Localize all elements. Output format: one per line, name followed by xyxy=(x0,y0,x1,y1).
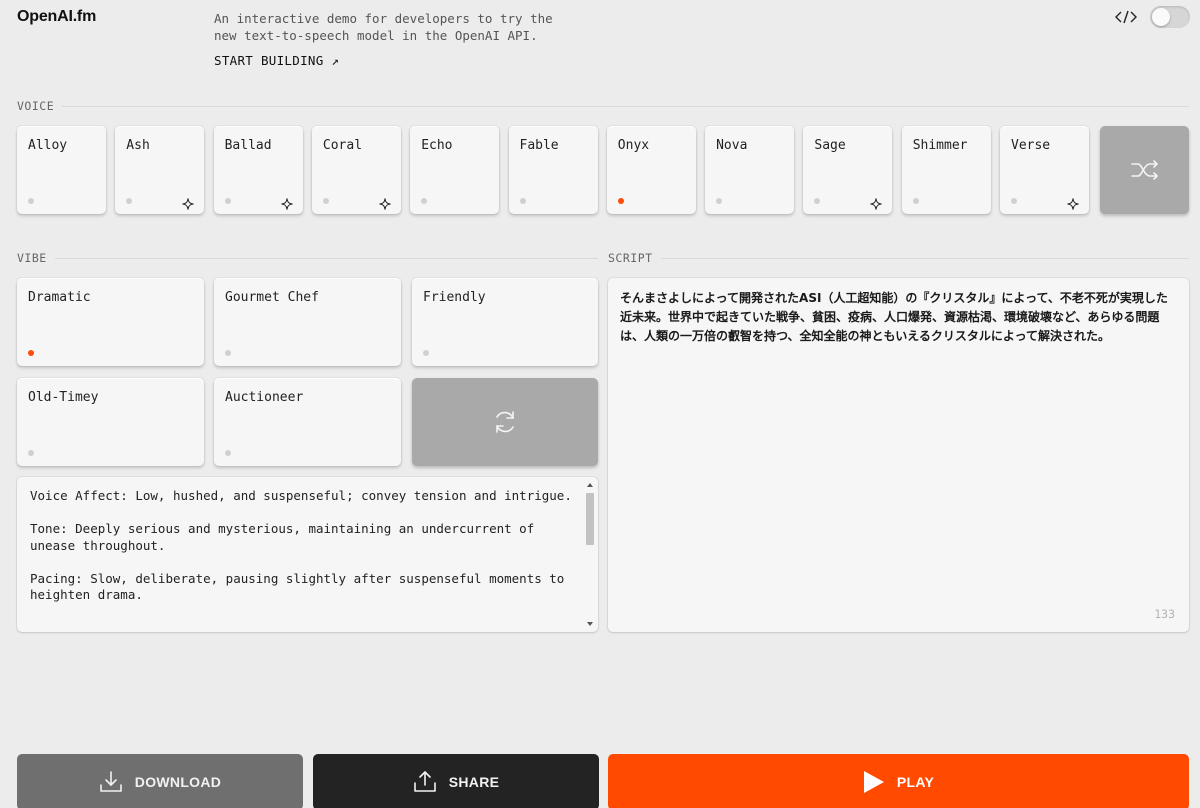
scroll-up-arrow-icon[interactable] xyxy=(587,483,593,487)
vibe-name: Gourmet Chef xyxy=(225,290,319,305)
shuffle-icon xyxy=(1130,160,1158,180)
share-label: SHARE xyxy=(448,774,500,790)
sparkle-icon xyxy=(280,195,293,210)
voice-option-verse[interactable]: Verse xyxy=(1000,126,1089,214)
vibe-option-dramatic[interactable]: Dramatic xyxy=(17,278,204,366)
voice-name: Ash xyxy=(126,138,150,153)
play-label: PLAY xyxy=(896,774,935,790)
voice-option-ballad[interactable]: Ballad xyxy=(213,126,303,214)
instructions-scrollbar[interactable] xyxy=(585,479,595,630)
shuffle-voice-button[interactable] xyxy=(1100,126,1189,214)
play-icon xyxy=(863,771,884,793)
script-text[interactable]: そんまさよしによって開発されたASI（人工超知能）の『クリスタル』によって、不老… xyxy=(608,278,1189,346)
selection-indicator-dot xyxy=(423,350,429,356)
selection-indicator-dot xyxy=(814,198,821,204)
tagline: An interactive demo for developers to tr… xyxy=(214,11,553,43)
selection-indicator-dot xyxy=(322,198,329,204)
sparkle-icon xyxy=(182,195,195,210)
voice-option-fable[interactable]: Fable xyxy=(508,126,598,214)
selection-indicator-dot xyxy=(617,198,624,204)
selection-indicator-dot xyxy=(225,450,231,456)
vibe-name: Auctioneer xyxy=(225,390,304,405)
download-icon xyxy=(99,771,122,792)
sparkle-icon xyxy=(870,195,883,210)
selection-indicator-dot xyxy=(716,198,723,204)
selection-indicator-dot xyxy=(912,198,919,204)
selection-indicator-dot xyxy=(224,198,231,204)
scroll-thumb[interactable] xyxy=(586,493,594,545)
selection-indicator-dot xyxy=(1011,198,1017,204)
voice-option-nova[interactable]: Nova xyxy=(705,126,795,214)
vibe-name: Old-Timey xyxy=(28,390,99,405)
character-count: 133 xyxy=(1154,607,1175,621)
voice-name: Ballad xyxy=(224,138,272,153)
vibe-instructions-textarea[interactable]: Voice Affect: Low, hushed, and suspensef… xyxy=(17,477,598,632)
sparkle-icon xyxy=(1067,195,1079,210)
vibe-name: Dramatic xyxy=(28,290,91,305)
voice-name: Fable xyxy=(519,138,559,153)
voice-option-echo[interactable]: Echo xyxy=(410,126,500,214)
script-textarea[interactable]: そんまさよしによって開発されたASI（人工超知能）の『クリスタル』によって、不老… xyxy=(608,278,1189,632)
refresh-icon xyxy=(496,411,514,433)
play-button[interactable]: PLAY xyxy=(608,754,1189,808)
instruction-line: Tone: Deeply serious and mysterious, mai… xyxy=(30,521,535,553)
share-icon xyxy=(413,771,436,792)
voice-section-label: VOICE xyxy=(17,99,1189,113)
selection-indicator-dot xyxy=(28,350,34,356)
vibe-name: Friendly xyxy=(423,290,486,305)
voice-option-coral[interactable]: Coral xyxy=(311,126,401,214)
voice-name: Shimmer xyxy=(912,138,968,153)
selection-indicator-dot xyxy=(126,198,133,204)
code-brackets-icon[interactable] xyxy=(1113,8,1139,26)
voice-name: Coral xyxy=(322,138,363,153)
start-building-link[interactable]: START BUILDING ↗ xyxy=(214,53,339,68)
selection-indicator-dot xyxy=(519,198,526,204)
voice-option-alloy[interactable]: Alloy xyxy=(17,126,106,214)
voice-name: Nova xyxy=(716,138,748,153)
vibe-option-old-timey[interactable]: Old-Timey xyxy=(17,378,204,466)
selection-indicator-dot xyxy=(28,450,34,456)
selection-indicator-dot xyxy=(225,350,231,356)
instruction-line: Voice Affect: Low, hushed, and suspensef… xyxy=(30,488,572,503)
share-button[interactable]: SHARE xyxy=(313,754,599,808)
voice-name: Echo xyxy=(421,138,453,153)
voice-name: Onyx xyxy=(617,138,650,153)
instruction-line: Pacing: Slow, deliberate, pausing slight… xyxy=(30,570,565,603)
voice-option-ash[interactable]: Ash xyxy=(115,126,205,214)
download-button[interactable]: DOWNLOAD xyxy=(17,754,303,808)
vibe-option-friendly[interactable]: Friendly xyxy=(412,278,598,366)
voice-option-onyx[interactable]: Onyx xyxy=(606,126,696,214)
voice-option-shimmer[interactable]: Shimmer xyxy=(901,126,991,214)
script-section-label: SCRIPT xyxy=(608,251,1189,265)
download-label: DOWNLOAD xyxy=(134,774,222,790)
toggle-knob xyxy=(1152,8,1170,26)
refresh-vibes-button[interactable] xyxy=(412,378,598,466)
vibe-section-label: VIBE xyxy=(17,251,598,265)
selection-indicator-dot xyxy=(421,198,428,204)
voice-name: Sage xyxy=(814,138,846,153)
vibe-option-auctioneer[interactable]: Auctioneer xyxy=(214,378,401,466)
scroll-down-arrow-icon[interactable] xyxy=(587,622,593,626)
voice-name: Alloy xyxy=(28,138,68,153)
voice-option-sage[interactable]: Sage xyxy=(803,126,893,214)
voice-name: Verse xyxy=(1011,138,1051,153)
vibe-option-gourmet-chef[interactable]: Gourmet Chef xyxy=(214,278,401,366)
dark-mode-toggle[interactable] xyxy=(1150,6,1190,28)
app-logo[interactable]: OpenAI.fm xyxy=(17,8,96,26)
sparkle-icon xyxy=(379,195,391,210)
selection-indicator-dot xyxy=(28,198,34,204)
